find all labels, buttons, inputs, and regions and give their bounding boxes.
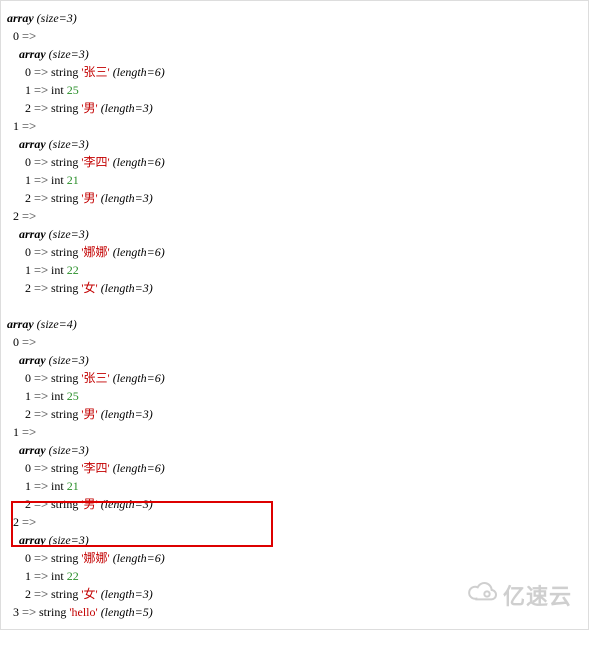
watermark-text: 亿速云 [503, 579, 572, 611]
watermark: 亿速云 [467, 579, 572, 611]
cloud-icon [467, 580, 499, 610]
highlight-box [11, 501, 273, 547]
page-root: array (size=3) 0 => array (size=3) 0 => … [0, 0, 589, 630]
